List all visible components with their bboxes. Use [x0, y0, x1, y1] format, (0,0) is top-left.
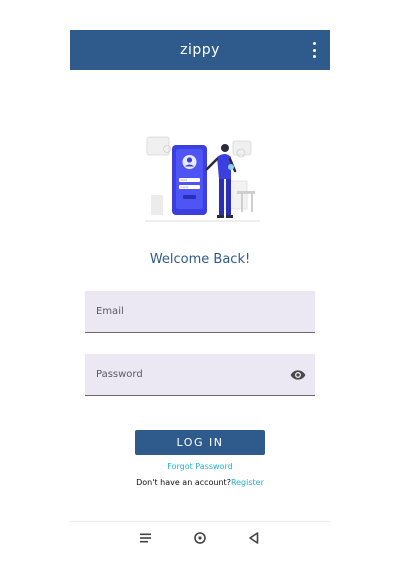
email-field[interactable]	[85, 291, 315, 333]
system-nav-bar	[70, 521, 330, 553]
password-field[interactable]	[85, 354, 315, 396]
login-button[interactable]: LOG IN	[135, 430, 265, 455]
eye-icon[interactable]	[289, 367, 307, 383]
triangle-back-icon[interactable]	[246, 530, 262, 546]
email-input[interactable]	[85, 291, 315, 332]
login-illustration: **** *****	[145, 136, 260, 222]
welcome-heading: Welcome Back!	[149, 252, 251, 267]
svg-text:*****: *****	[181, 186, 189, 190]
register-prompt: Don't have an account?Register	[70, 478, 330, 487]
more-vert-icon[interactable]	[308, 42, 320, 58]
phone-screen: zippy **** ***** Welcome Back! Email LOG…	[70, 30, 330, 553]
menu-lines-icon[interactable]	[138, 530, 154, 546]
app-title: zippy	[180, 42, 220, 58]
register-link[interactable]: Register	[231, 478, 264, 487]
forgot-password-link[interactable]: Forgot Password	[70, 462, 330, 471]
app-bar: zippy	[70, 30, 330, 70]
circle-home-icon[interactable]	[192, 530, 208, 546]
svg-text:****: ****	[181, 179, 188, 183]
password-input[interactable]	[85, 354, 315, 395]
no-account-text: Don't have an account?	[136, 478, 231, 487]
